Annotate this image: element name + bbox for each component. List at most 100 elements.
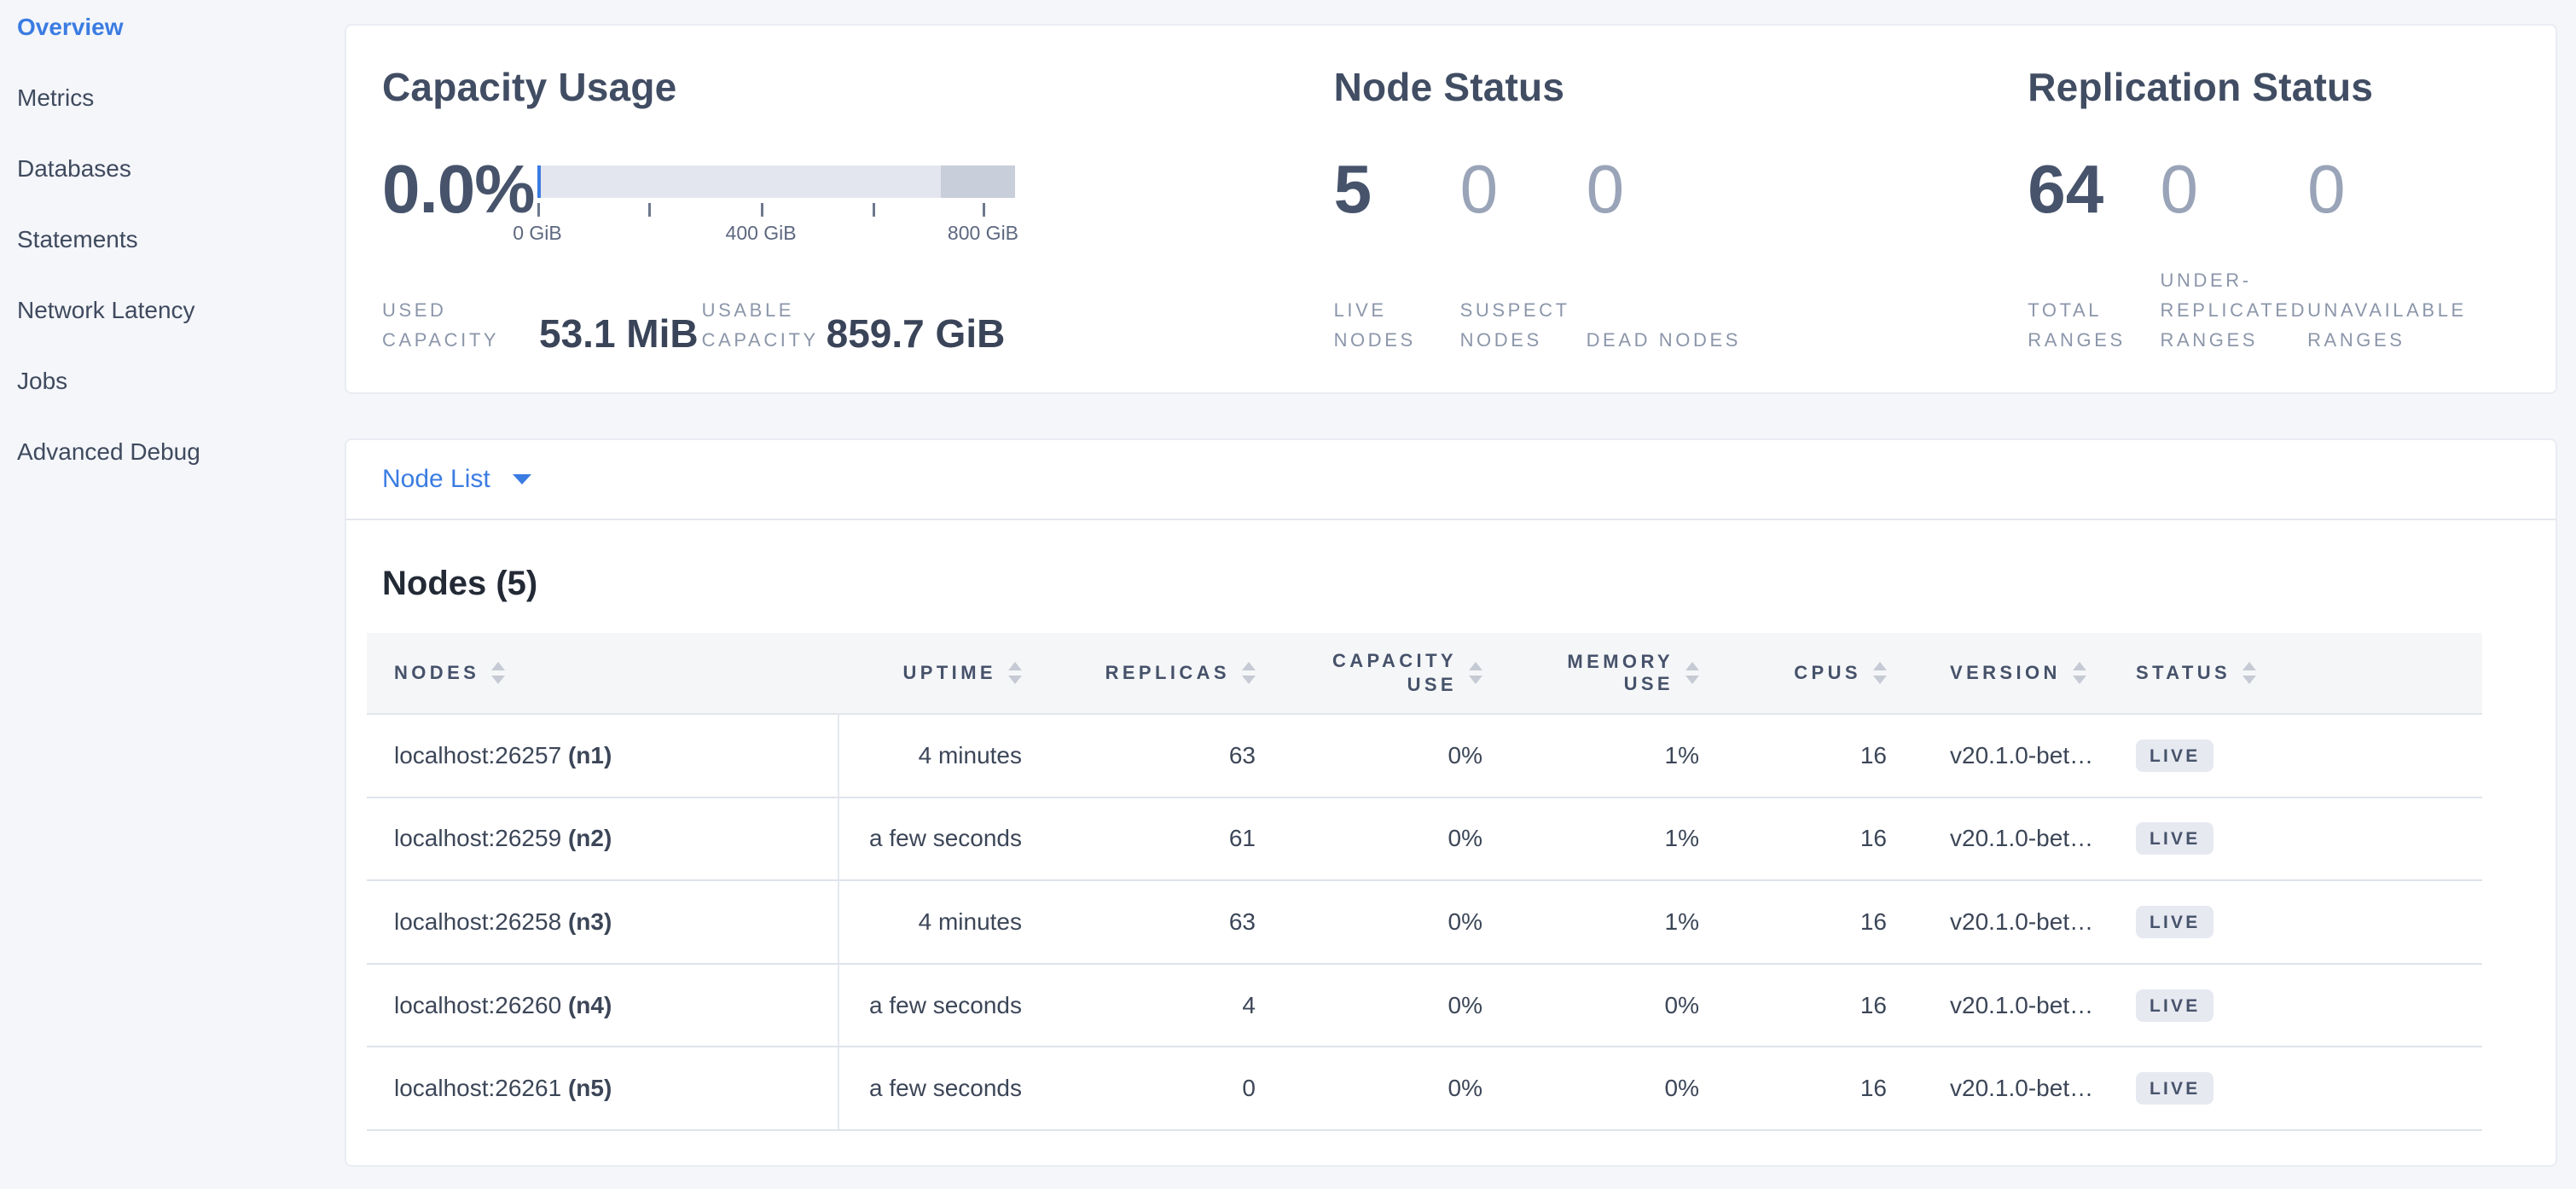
node-name-cell[interactable]: localhost:26257 (n1): [367, 715, 838, 797]
sort-icon: [2073, 662, 2086, 684]
column-header-label: STATUS: [2136, 662, 2231, 684]
version-cell: v20.1.0-bet…: [1921, 798, 2109, 880]
summary-stat-label: SUSPECT NODES: [1460, 295, 1587, 355]
status-badge: LIVE: [2136, 906, 2213, 938]
memory-use-cell: 0%: [1517, 965, 1733, 1047]
memory-use-cell: 1%: [1517, 881, 1733, 963]
capacity-use-cell: 0%: [1290, 881, 1517, 963]
version-cell: v20.1.0-bet…: [1921, 881, 2109, 963]
used-capacity-stat: USED CAPACITY 53.1 MiB: [382, 295, 699, 355]
usable-capacity-stat: USABLE CAPACITY 859.7 GiB: [699, 295, 1006, 355]
status-badge: LIVE: [2136, 1072, 2213, 1105]
summary-stat-label: TOTAL RANGES: [2028, 295, 2160, 355]
cpus-cell: 16: [1733, 1047, 1921, 1129]
column-header-memory-use[interactable]: MEMORY USE: [1517, 633, 1733, 713]
summary-stat-value: 5: [1334, 155, 1460, 223]
node-status-section: Node Status 5LIVE NODES0SUSPECT NODES0DE…: [1334, 26, 2028, 392]
capacity-usage-title: Capacity Usage: [382, 63, 1334, 111]
status-badge: LIVE: [2136, 822, 2213, 855]
sort-icon: [1008, 662, 1022, 684]
sidebar-item-databases[interactable]: Databases: [17, 152, 345, 186]
capacity-use-cell: 0%: [1290, 1047, 1517, 1129]
status-cell: LIVE: [2109, 715, 2482, 797]
caret-down-icon: [513, 474, 531, 484]
column-header-replicas[interactable]: REPLICAS: [1056, 633, 1290, 713]
sidebar-item-jobs[interactable]: Jobs: [17, 364, 345, 398]
table-row: localhost:26257 (n1)4 minutes630%1%16v20…: [367, 715, 2482, 798]
summary-stat-label: UNDER-REPLICATED RANGES: [2161, 265, 2308, 355]
sidebar-item-metrics[interactable]: Metrics: [17, 81, 345, 115]
uptime-cell: 4 minutes: [838, 715, 1056, 797]
view-selector-label[interactable]: Node List: [382, 465, 490, 494]
used-capacity-label: USED CAPACITY: [382, 295, 539, 355]
capacity-usage-section: Capacity Usage 0.0% 0 GiB400 GiB800 GiB …: [382, 26, 1334, 392]
column-header-label: REPLICAS: [1105, 662, 1230, 684]
node-address: localhost:26259: [394, 825, 568, 852]
nodes-table-panel: Nodes (5) NODESUPTIMEREPLICASCAPACITY US…: [345, 520, 2557, 1167]
node-name-cell[interactable]: localhost:26259 (n2): [367, 798, 838, 880]
summary-stat: 0 UNAVAILABLE RANGES: [2307, 155, 2520, 355]
replication-status-title: Replication Status: [2028, 63, 2520, 111]
capacity-use-cell: 0%: [1290, 965, 1517, 1047]
sidebar-item-advanced-debug[interactable]: Advanced Debug: [17, 435, 345, 469]
node-name-cell[interactable]: localhost:26260 (n4): [367, 965, 838, 1047]
nodes-table: NODES UPTIME REPLICAS CAPACITY USE MEMORY US…: [367, 633, 2482, 1131]
sidebar: Overview Metrics Databases Statements Networ…: [0, 0, 345, 1189]
node-id: (n1): [568, 742, 612, 769]
uptime-cell: 4 minutes: [838, 881, 1056, 963]
view-selector-bar[interactable]: Node List: [345, 438, 2557, 520]
replication-status-section: Replication Status 64TOTAL RANGES0UNDER-…: [2028, 26, 2520, 392]
capacity-axis-labels: 0 GiB400 GiB800 GiB: [537, 222, 1015, 247]
capacity-used-segment: [537, 165, 541, 198]
node-address: localhost:26260: [394, 992, 568, 1019]
usable-capacity-label: USABLE CAPACITY: [702, 295, 827, 355]
node-name-cell[interactable]: localhost:26261 (n5): [367, 1047, 838, 1129]
status-badge: LIVE: [2136, 989, 2213, 1022]
sort-icon: [2242, 662, 2256, 684]
replicas-cell: 4: [1056, 965, 1290, 1047]
cpus-cell: 16: [1733, 798, 1921, 880]
column-header-label: CAPACITY USE: [1307, 649, 1457, 697]
node-id: (n3): [568, 908, 612, 936]
column-header-uptime[interactable]: UPTIME: [838, 633, 1056, 713]
column-header-status[interactable]: STATUS: [2109, 633, 2482, 713]
column-header-label: NODES: [394, 662, 479, 684]
node-id: (n2): [568, 825, 612, 852]
column-header-nodes[interactable]: NODES: [367, 633, 838, 713]
node-status-stats: 5LIVE NODES0SUSPECT NODES0DEAD NODES: [1334, 155, 2028, 355]
column-header-cpus[interactable]: CPUS: [1733, 633, 1921, 713]
axis-tick: [761, 203, 763, 217]
replicas-cell: 63: [1056, 715, 1290, 797]
axis-tick-label: 800 GiB: [948, 222, 1018, 245]
axis-tick-label: 400 GiB: [726, 222, 797, 245]
axis-tick-label: 0 GiB: [513, 222, 562, 245]
uptime-cell: a few seconds: [838, 798, 1056, 880]
axis-tick: [537, 203, 540, 217]
axis-tick: [983, 203, 985, 217]
cpus-cell: 16: [1733, 881, 1921, 963]
summary-stat-label: UNAVAILABLE RANGES: [2307, 295, 2520, 355]
capacity-overflow-segment: [941, 165, 1015, 198]
column-header-label: CPUS: [1794, 662, 1861, 684]
node-name-cell[interactable]: localhost:26258 (n3): [367, 881, 838, 963]
axis-tick: [648, 203, 651, 217]
summary-stat-label: DEAD NODES: [1587, 325, 1741, 355]
status-cell: LIVE: [2109, 965, 2482, 1047]
sidebar-item-overview[interactable]: Overview: [17, 10, 345, 44]
sort-icon: [1242, 662, 1256, 684]
capacity-usage-chart: 0.0% 0 GiB400 GiB800 GiB: [382, 155, 1334, 247]
cpus-cell: 16: [1733, 965, 1921, 1047]
table-row: localhost:26259 (n2)a few seconds610%1%1…: [367, 798, 2482, 882]
uptime-cell: a few seconds: [838, 1047, 1056, 1129]
column-header-capacity-use[interactable]: CAPACITY USE: [1290, 633, 1517, 713]
summary-stat: 5LIVE NODES: [1334, 155, 1460, 355]
capacity-stats: USED CAPACITY 53.1 MiB USABLE CAPACITY 8…: [382, 295, 1334, 355]
replication-status-stats: 64TOTAL RANGES0UNDER-REPLICATED RANGES0U…: [2028, 155, 2520, 355]
summary-stat: 0UNDER-REPLICATED RANGES: [2161, 155, 2308, 355]
summary-stat: 0SUSPECT NODES: [1460, 155, 1587, 355]
table-row: localhost:26261 (n5)a few seconds00%0%16…: [367, 1047, 2482, 1131]
sidebar-item-network-latency[interactable]: Network Latency: [17, 293, 345, 328]
column-header-version[interactable]: VERSION: [1921, 633, 2109, 713]
summary-stat-value: 0: [2307, 155, 2520, 223]
sidebar-item-statements[interactable]: Statements: [17, 223, 345, 257]
